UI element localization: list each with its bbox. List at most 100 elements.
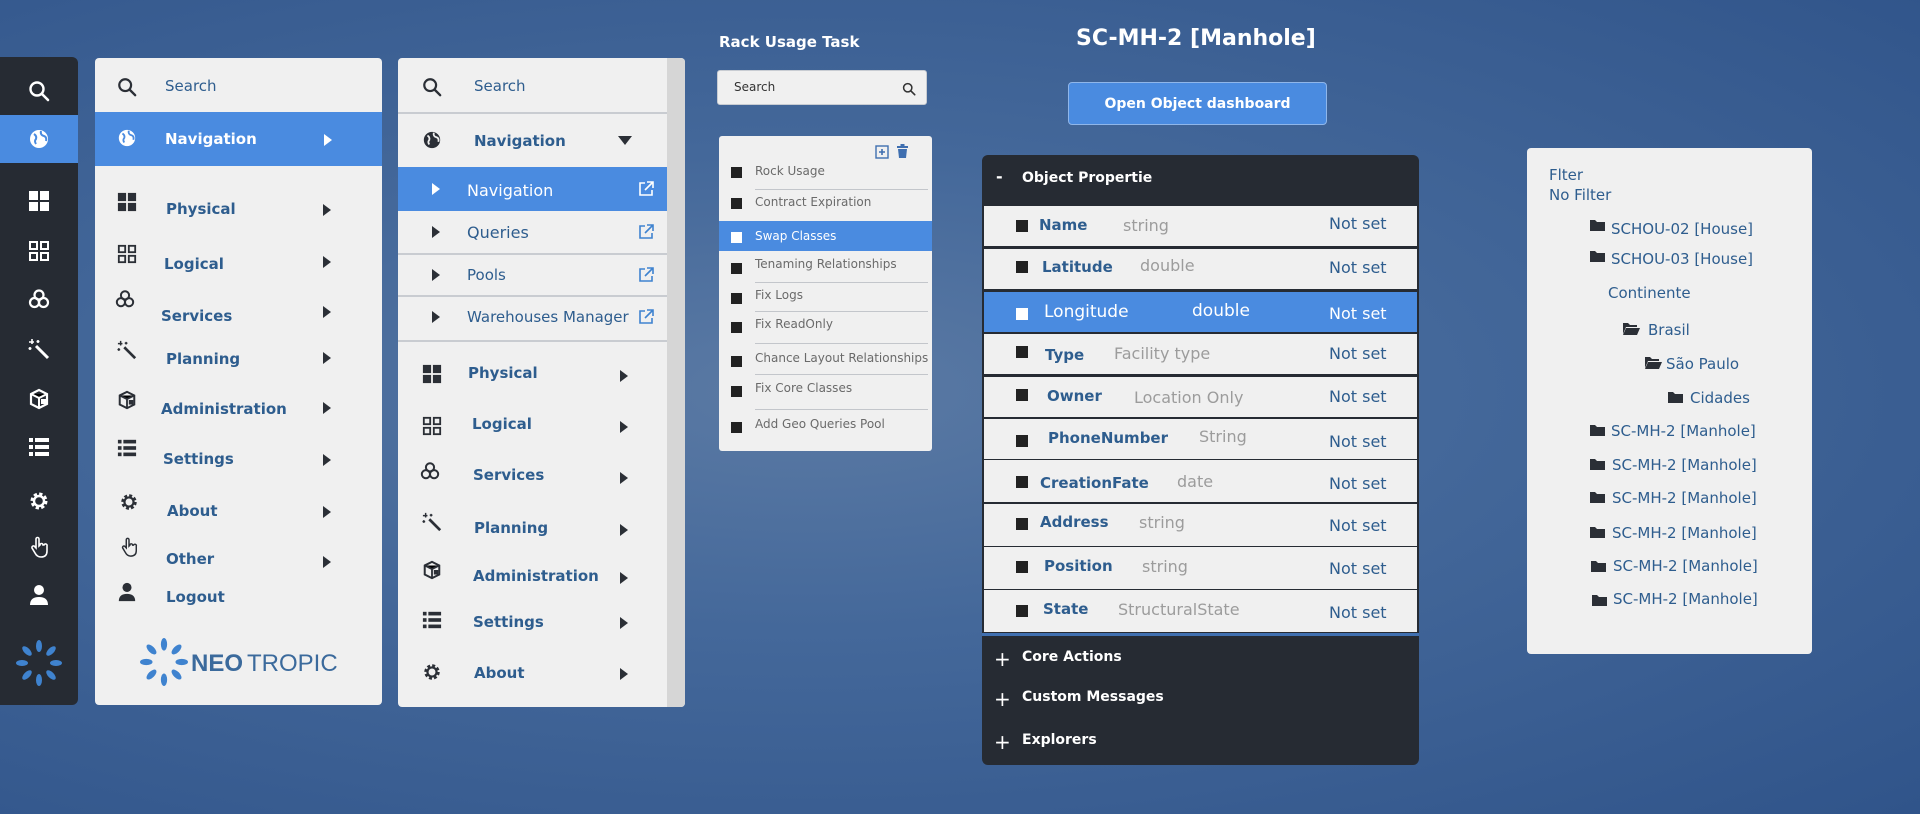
section-label: Explorers <box>1022 732 1097 748</box>
rail-services-button[interactable] <box>0 275 78 323</box>
section-header-explorers[interactable]: + Explorers <box>982 719 1419 761</box>
task-label: Rock Usage <box>755 164 825 178</box>
menu-item-navigation[interactable]: Navigation <box>95 112 382 166</box>
property-value[interactable]: Not set <box>1329 474 1387 493</box>
checkbox-icon[interactable] <box>1016 518 1028 530</box>
property-row-latitude[interactable]: Latitude double Not set <box>984 249 1417 289</box>
rail-navigation-button[interactable] <box>0 115 78 163</box>
checkbox-icon[interactable] <box>1016 389 1028 401</box>
menu-search[interactable]: Search <box>95 58 382 112</box>
checkbox-icon[interactable] <box>1016 435 1028 447</box>
property-row-position[interactable]: Position string Not set <box>984 547 1417 589</box>
submenu-item-queries[interactable]: Queries <box>398 211 667 253</box>
menu-item-label: Planning <box>166 350 241 368</box>
property-row-creationfate[interactable]: CreationFate date Not set <box>984 460 1417 502</box>
submenu-item-warehouses-manager[interactable]: Warehouses Manager <box>398 297 667 337</box>
task-item[interactable]: Swap Classes <box>719 221 932 251</box>
panel-scrollbar[interactable] <box>667 58 685 707</box>
checkbox-icon[interactable] <box>1016 561 1028 573</box>
checkbox-icon[interactable] <box>731 422 742 433</box>
menu-search[interactable]: Search <box>398 58 667 112</box>
property-name: State <box>1043 600 1089 618</box>
submenu-item-pools[interactable]: Pools <box>398 255 667 295</box>
rail-gear-button[interactable] <box>0 477 78 525</box>
checkbox-icon[interactable] <box>1016 308 1028 320</box>
task-item[interactable]: Add Geo Queries Pool <box>719 409 932 439</box>
checkbox-icon[interactable] <box>1016 476 1028 488</box>
task-item[interactable]: Tenaming Relationships <box>719 249 932 279</box>
neotropic-logo-icon <box>16 640 62 686</box>
rail-logout-button[interactable] <box>0 571 78 619</box>
property-value[interactable]: Not set <box>1329 344 1387 363</box>
checkbox-icon[interactable] <box>731 293 742 304</box>
external-link-icon[interactable] <box>638 267 654 283</box>
task-label: Contract Expiration <box>755 195 872 209</box>
wand-icon <box>28 339 50 360</box>
expand-icon: + <box>994 647 1011 671</box>
property-row-type[interactable]: Type Facility type Not set <box>984 334 1417 374</box>
external-link-icon[interactable] <box>638 181 654 197</box>
checkbox-icon[interactable] <box>1016 605 1028 617</box>
property-row-name[interactable]: Name string Not set <box>984 206 1417 246</box>
menu-item-navigation[interactable]: Navigation <box>398 114 667 166</box>
property-row-address[interactable]: Address string Not set <box>984 504 1417 546</box>
checkbox-icon[interactable] <box>1016 346 1028 358</box>
checkbox-icon[interactable] <box>731 386 742 397</box>
folder-icon <box>1591 561 1606 572</box>
task-item[interactable]: Contract Expiration <box>719 187 932 217</box>
tree-node-label: SCHOU-03 [House] <box>1611 250 1754 268</box>
rail-settings-list-button[interactable] <box>0 423 78 471</box>
rail-administration-button[interactable] <box>0 375 78 423</box>
rack-search-input[interactable]: Search <box>717 70 927 105</box>
filter-value[interactable]: No Filter <box>1549 186 1611 204</box>
checkbox-icon[interactable] <box>731 167 742 178</box>
chevron-down-icon <box>618 136 632 145</box>
task-label: Fix Core Classes <box>755 381 853 395</box>
chevron-right-icon <box>620 421 628 433</box>
property-value[interactable]: Not set <box>1329 603 1387 622</box>
checkbox-icon[interactable] <box>731 232 742 243</box>
section-label: Custom Messages <box>1022 689 1164 705</box>
section-header-core-actions[interactable]: + Core Actions <box>982 633 1419 675</box>
folder-icon <box>1590 492 1605 503</box>
rail-grid-button[interactable] <box>0 227 78 275</box>
task-item[interactable]: Fix Core Classes <box>719 373 932 403</box>
property-value[interactable]: Not set <box>1329 559 1387 578</box>
rail-other-button[interactable] <box>0 523 78 571</box>
open-object-dashboard-button[interactable]: Open Object dashboard <box>1068 82 1327 125</box>
external-link-icon[interactable] <box>638 309 654 325</box>
task-item[interactable]: Fix ReadOnly <box>719 309 932 339</box>
task-item[interactable]: Fix Logs <box>719 280 932 310</box>
external-link-icon[interactable] <box>638 224 654 240</box>
submenu-item-navigation[interactable]: Navigation <box>398 167 667 211</box>
property-value[interactable]: Not set <box>1329 258 1387 277</box>
chevron-right-icon <box>432 226 440 238</box>
checkbox-icon[interactable] <box>731 322 742 333</box>
rail-dashboard-button[interactable] <box>0 177 78 225</box>
checkbox-icon[interactable] <box>731 263 742 274</box>
property-value[interactable]: Not set <box>1329 387 1387 406</box>
property-row-phonenumber[interactable]: PhoneNumber String Not set <box>984 419 1417 459</box>
property-value[interactable]: Not set <box>1329 214 1387 233</box>
property-name: Owner <box>1047 387 1102 405</box>
section-header-custom-messages[interactable]: + Custom Messages <box>982 676 1419 718</box>
rack-usage-title: Rack Usage Task <box>719 33 860 51</box>
list-icon <box>422 611 442 629</box>
property-value[interactable]: Not set <box>1329 432 1387 451</box>
checkbox-icon[interactable] <box>1016 220 1028 232</box>
property-row-state[interactable]: State StructuralState Not set <box>984 590 1417 632</box>
checkbox-icon[interactable] <box>731 356 742 367</box>
task-item[interactable]: Chance Layout Relationships <box>719 343 932 373</box>
section-header-object-properties[interactable]: - Object Propertie <box>982 155 1419 201</box>
menu-item-label: Logical <box>472 415 532 433</box>
property-row-longitude[interactable]: Longitude double Not set <box>984 292 1417 332</box>
checkbox-icon[interactable] <box>1016 261 1028 273</box>
task-item[interactable]: Rock Usage <box>719 156 932 186</box>
property-value[interactable]: Not set <box>1329 516 1387 535</box>
checkbox-icon[interactable] <box>731 198 742 209</box>
property-value[interactable]: Not set <box>1329 304 1387 323</box>
property-row-owner[interactable]: Owner Location Only Not set <box>984 377 1417 417</box>
rail-search-button[interactable] <box>0 67 78 115</box>
rail-planning-button[interactable] <box>0 325 78 373</box>
expand-icon: + <box>994 730 1011 754</box>
